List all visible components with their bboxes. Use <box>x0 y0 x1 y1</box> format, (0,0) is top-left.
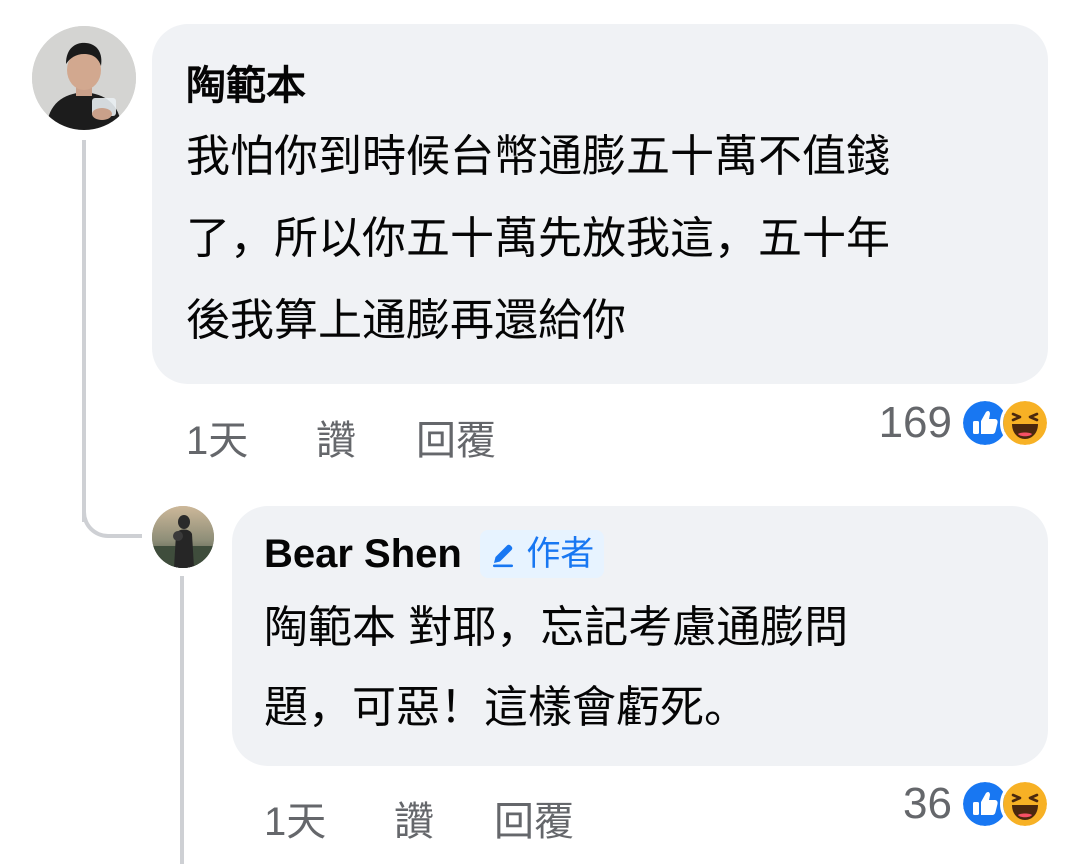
reply-bubble: Bear Shen 作者 陶範本 對耶，忘記考慮通膨問 題，可惡！這樣會虧死。 <box>232 506 1048 766</box>
avatar-photo <box>152 506 214 568</box>
comment-text-line: 我怕你到時候台幣通膨五十萬不值錢 <box>186 132 890 181</box>
comment-text-line: 了，所以你五十萬先放我這，五十年 <box>186 214 890 263</box>
reaction-summary[interactable]: 36 <box>903 779 1050 829</box>
avatar[interactable] <box>32 26 136 130</box>
comment-thread: 陶範本 我怕你到時候台幣通膨五十萬不值錢 了，所以你五十萬先放我這，五十年 後我… <box>0 0 1080 864</box>
reaction-count: 169 <box>878 398 952 447</box>
reply-button[interactable]: 回覆 <box>416 416 496 466</box>
reaction-summary[interactable]: 169 <box>879 398 1050 448</box>
like-button[interactable]: 讚 <box>394 797 434 847</box>
comment-timestamp[interactable]: 1天 <box>186 416 248 466</box>
avatar-photo <box>32 26 136 130</box>
like-button[interactable]: 讚 <box>316 416 356 466</box>
comment-text: 我怕你到時候台幣通膨五十萬不值錢 了，所以你五十萬先放我這，五十年 後我算上通膨… <box>186 116 1014 362</box>
haha-icon <box>1000 779 1050 829</box>
author-badge: 作者 <box>480 530 605 578</box>
reply-button[interactable]: 回覆 <box>494 797 574 847</box>
author-badge-label: 作者 <box>526 535 595 573</box>
avatar[interactable] <box>152 506 214 568</box>
comment-bubble: 陶範本 我怕你到時候台幣通膨五十萬不值錢 了，所以你五十萬先放我這，五十年 後我… <box>152 24 1048 384</box>
thread-connector-line <box>82 140 86 522</box>
reaction-count: 36 <box>903 779 952 828</box>
comment-timestamp[interactable]: 1天 <box>264 797 326 847</box>
pencil-icon <box>493 544 514 568</box>
reply-thread-line <box>180 576 184 864</box>
thread-connector-curve <box>82 480 142 538</box>
comment-text-line: 陶範本 對耶，忘記考慮通膨問 <box>264 603 849 652</box>
comment-text-line: 後我算上通膨再還給你 <box>186 296 626 345</box>
comment-text-line: 題，可惡！這樣會虧死。 <box>264 683 748 732</box>
comment-author[interactable]: 陶範本 <box>186 60 306 112</box>
haha-icon <box>1000 398 1050 448</box>
comment-author[interactable]: Bear Shen <box>264 528 462 580</box>
comment-text: 陶範本 對耶，忘記考慮通膨問 題，可惡！這樣會虧死。 <box>264 588 1014 748</box>
